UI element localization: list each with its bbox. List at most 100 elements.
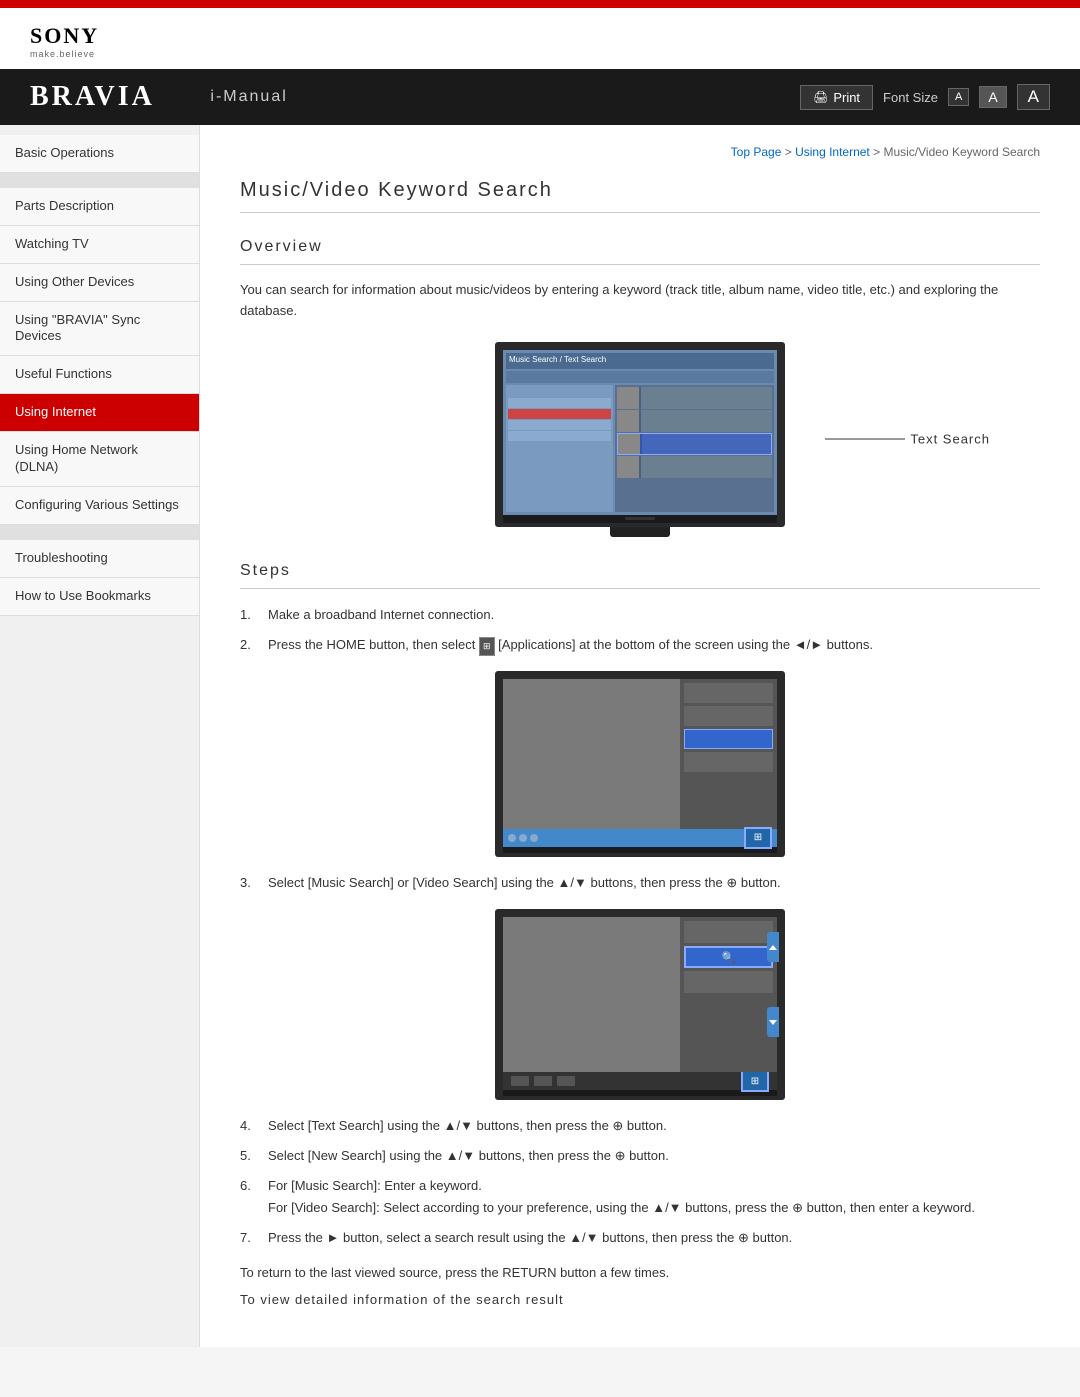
side-item-2 xyxy=(684,706,773,726)
steps-heading: Steps xyxy=(240,562,1040,589)
sidebar-item-how-to-use-bookmarks[interactable]: How to Use Bookmarks xyxy=(0,578,199,616)
header-left: BRAVIA i-Manual xyxy=(30,81,288,113)
breadcrumb-using-internet[interactable]: Using Internet xyxy=(795,145,870,159)
step-3-num: 3. xyxy=(240,872,260,894)
side-item-1 xyxy=(684,683,773,703)
screen-list-item-4 xyxy=(508,431,611,441)
tv-base-2 xyxy=(503,847,777,853)
search-symbol: 🔍 xyxy=(722,951,736,964)
step-1-text: Make a broadband Internet connection. xyxy=(268,604,494,626)
tv-mockup-3: 🔍 ⊞ xyxy=(495,909,785,1100)
nav-bar-2: ⊞ xyxy=(503,829,777,847)
page-title: Music/Video Keyword Search xyxy=(240,179,1040,213)
screen-main-3 xyxy=(503,917,680,1072)
side-item-3-1 xyxy=(684,921,773,943)
sidebar-item-using-home-network[interactable]: Using Home Network (DLNA) xyxy=(0,432,199,487)
step-6: 6. For [Music Search]: Enter a keyword.F… xyxy=(240,1175,1040,1219)
step-2: 2. Press the HOME button, then select ⊞ … xyxy=(240,634,1040,656)
nav-dot-3 xyxy=(530,834,538,842)
up-arrow xyxy=(767,932,779,962)
sidebar-item-watching-tv[interactable]: Watching TV xyxy=(0,226,199,264)
step-6-row: 6. For [Music Search]: Enter a keyword.F… xyxy=(240,1175,1040,1219)
tv-stand-1 xyxy=(610,527,670,537)
screen-title-bar: Music Search / Text Search xyxy=(506,353,774,369)
grid-icon: ⊞ xyxy=(744,827,772,849)
sidebar-item-troubleshooting[interactable]: Troubleshooting xyxy=(0,540,199,578)
sidebar: Basic Operations Parts Description Watch… xyxy=(0,125,200,1347)
tv-base-3 xyxy=(503,1090,777,1096)
arrow-down-icon xyxy=(769,1020,777,1025)
bravia-header: BRAVIA i-Manual 🖨 Print Font Size A A A xyxy=(0,69,1080,125)
sidebar-item-basic-operations[interactable]: Basic Operations xyxy=(0,135,199,173)
breadcrumb-sep1: > xyxy=(785,145,795,159)
side-item-3-2 xyxy=(684,971,773,993)
screen-list-item-1 xyxy=(508,387,611,397)
nav-icon-3-3 xyxy=(557,1076,575,1086)
sidebar-item-using-other-devices[interactable]: Using Other Devices xyxy=(0,264,199,302)
step-4-num: 4. xyxy=(240,1115,260,1137)
bravia-logo: BRAVIA xyxy=(30,81,155,113)
sidebar-item-parts-description[interactable]: Parts Description xyxy=(0,188,199,226)
breadcrumb-top-page[interactable]: Top Page xyxy=(731,145,782,159)
header-controls: 🖨 Print Font Size A A A xyxy=(800,84,1050,110)
font-small-button[interactable]: A xyxy=(948,88,969,106)
step-3: 3. Select [Music Search] or [Video Searc… xyxy=(240,872,1040,894)
tv-base-bar-1 xyxy=(503,515,777,523)
steps-4-7: 4. Select [Text Search] using the ▲/▼ bu… xyxy=(240,1115,1040,1249)
imanual-title: i-Manual xyxy=(210,88,287,106)
main-layout: Basic Operations Parts Description Watch… xyxy=(0,125,1080,1347)
sony-tagline: make.believe xyxy=(30,49,1050,59)
print-icon: 🖨 xyxy=(813,90,828,104)
side-item-highlighted xyxy=(684,729,773,749)
sidebar-item-using-bravia-sync[interactable]: Using "BRAVIA" Sync Devices xyxy=(0,302,199,357)
nav-icons-3 xyxy=(511,1076,575,1086)
screen-results xyxy=(615,385,774,512)
sidebar-gap-2 xyxy=(0,525,199,540)
step-1: 1. Make a broadband Internet connection. xyxy=(240,604,1040,626)
step-5-num: 5. xyxy=(240,1145,260,1167)
step3-screenshot-container: 🔍 ⊞ xyxy=(240,909,1040,1100)
font-large-button[interactable]: A xyxy=(1017,84,1050,110)
step-6-text: For [Music Search]: Enter a keyword.For … xyxy=(268,1175,975,1219)
screen-side-3: 🔍 xyxy=(680,917,777,1072)
step-5-text: Select [New Search] using the ▲/▼ button… xyxy=(268,1145,669,1167)
step-2-num: 2. xyxy=(240,634,260,656)
step-4-text: Select [Text Search] using the ▲/▼ butto… xyxy=(268,1115,667,1137)
sidebar-item-useful-functions[interactable]: Useful Functions xyxy=(0,356,199,394)
breadcrumb-sep2: > xyxy=(873,145,883,159)
screen-list-item-selected xyxy=(508,409,611,419)
overview-heading: Overview xyxy=(240,238,1040,265)
tv-mockup-1: Music Search / Text Search xyxy=(495,342,785,537)
sony-area: SONY make.believe xyxy=(0,8,1080,69)
step2-screenshot-container: ⊞ xyxy=(240,671,1040,857)
steps-list: 1. Make a broadband Internet connection.… xyxy=(240,604,1040,656)
tv-screen-1: Music Search / Text Search xyxy=(503,350,777,515)
screen-list-item-3 xyxy=(508,420,611,430)
screen-thumb-1 xyxy=(617,387,639,409)
screen-result-highlighted xyxy=(617,433,772,455)
sidebar-item-configuring-various-settings[interactable]: Configuring Various Settings xyxy=(0,487,199,525)
step-3-text: Select [Music Search] or [Video Search] … xyxy=(268,872,781,894)
screen-side-2 xyxy=(680,679,777,829)
screen-list xyxy=(506,385,613,512)
nav-dot-2 xyxy=(519,834,527,842)
top-accent-bar xyxy=(0,0,1080,8)
print-label: Print xyxy=(833,90,860,105)
overview-text: You can search for information about mus… xyxy=(240,280,1040,322)
grid-icon-symbol: ⊞ xyxy=(754,832,762,843)
font-medium-button[interactable]: A xyxy=(979,86,1006,108)
breadcrumb-current: Music/Video Keyword Search xyxy=(883,145,1040,159)
print-button[interactable]: 🖨 Print xyxy=(800,85,873,110)
sidebar-item-using-internet[interactable]: Using Internet xyxy=(0,394,199,432)
overview-screenshot-container: Music Search / Text Search xyxy=(240,342,1040,537)
tv-screen-2 xyxy=(503,679,777,829)
screen-thumb-2 xyxy=(617,410,639,432)
screen-main-2 xyxy=(503,679,680,829)
screen-thumb-3 xyxy=(618,434,640,454)
step-7-text: Press the ► button, select a search resu… xyxy=(268,1227,792,1249)
sidebar-gap-1 xyxy=(0,173,199,188)
side-item-3 xyxy=(684,752,773,772)
grid-icon-2: ⊞ xyxy=(741,1070,769,1092)
return-text: To return to the last viewed source, pre… xyxy=(240,1265,1040,1280)
nav-dot-1 xyxy=(508,834,516,842)
